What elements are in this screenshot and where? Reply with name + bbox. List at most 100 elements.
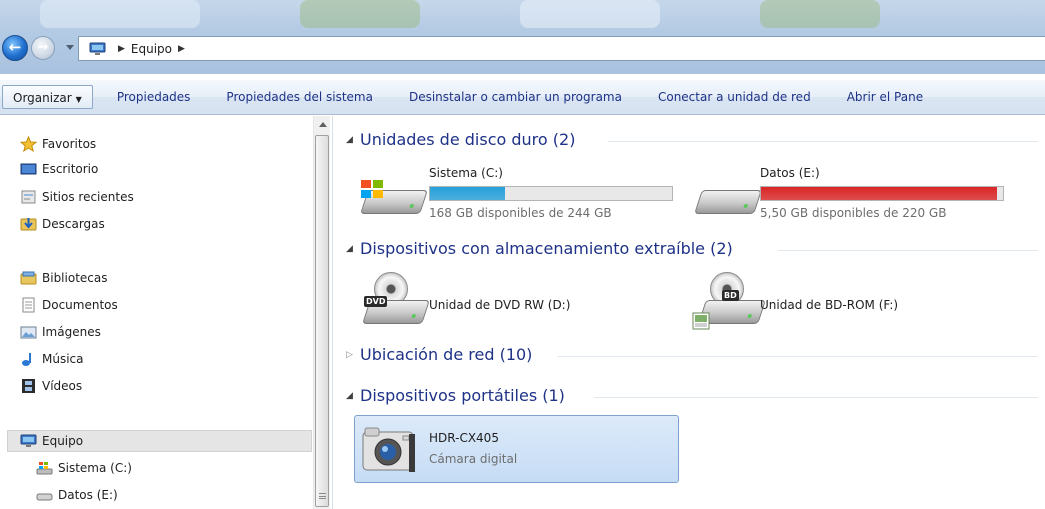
- command-bar: Organizar ▼ Propiedades Propiedades del s…: [0, 79, 1045, 115]
- arrow-left-icon: ←: [8, 38, 22, 56]
- breadcrumb-separator-icon[interactable]: ▶: [178, 44, 185, 54]
- nav-libraries[interactable]: Bibliotecas: [20, 267, 107, 289]
- drive-tile-bd[interactable]: BD Unidad de BD-ROM (F:): [688, 268, 1008, 332]
- group-divider: [558, 356, 1038, 357]
- device-type: Cámara digital: [429, 452, 518, 466]
- group-removable[interactable]: ◢ Dispositivos con almacenamiento extraí…: [346, 239, 1038, 258]
- scroll-up-arrow-icon[interactable]: [319, 122, 327, 127]
- aero-glow: [300, 0, 420, 28]
- group-divider: [608, 141, 1038, 142]
- nav-label: Sistema (C:): [58, 461, 132, 475]
- dvd-drive-icon: DVD: [360, 272, 430, 330]
- windows-drive-icon: [36, 460, 53, 476]
- collapse-triangle-icon[interactable]: ◢: [346, 135, 360, 145]
- grip-icon: [319, 493, 326, 499]
- nav-label: Escritorio: [42, 162, 99, 176]
- computer-icon: [20, 433, 37, 449]
- drive-name: Unidad de DVD RW (D:): [429, 298, 571, 312]
- aero-glow: [40, 0, 200, 28]
- music-note-icon: [20, 351, 37, 367]
- nav-label: Equipo: [42, 434, 84, 448]
- drive-icon: [36, 487, 53, 503]
- group-title: Unidades de disco duro (2): [360, 130, 576, 149]
- camera-icon: [361, 422, 417, 476]
- nav-label: Datos (E:): [58, 488, 118, 502]
- nav-scrollbar[interactable]: [313, 116, 330, 509]
- drive-usage-bar: [429, 186, 673, 201]
- drive-tile-c[interactable]: Sistema (C:) 168 GB disponibles de 244 G…: [356, 160, 676, 220]
- map-network-drive-button[interactable]: Conectar a unidad de red: [640, 85, 829, 109]
- computer-icon: [89, 42, 106, 56]
- nav-downloads[interactable]: Descargas: [20, 213, 105, 235]
- chevron-down-icon: ▼: [75, 95, 82, 104]
- expand-triangle-icon[interactable]: ▷: [346, 350, 360, 360]
- drive-icon: [692, 178, 762, 218]
- film-icon: [20, 378, 37, 394]
- forward-button[interactable]: →: [31, 36, 55, 60]
- libraries-icon: [20, 270, 37, 286]
- breadcrumb-separator-icon[interactable]: ▶: [118, 44, 125, 54]
- aero-glow: [520, 0, 660, 28]
- organize-label: Organizar: [13, 91, 72, 105]
- open-control-panel-button[interactable]: Abrir el Pane: [829, 85, 923, 109]
- windows-drive-icon: [360, 178, 428, 218]
- group-title: Ubicación de red (10): [360, 345, 533, 364]
- nav-documents[interactable]: Documentos: [20, 294, 118, 316]
- nav-label: Música: [42, 352, 84, 366]
- properties-button[interactable]: Propiedades: [93, 85, 209, 109]
- nav-label: Descargas: [42, 217, 105, 231]
- autoplay-overlay-icon: [692, 312, 710, 330]
- drive-free-space: 5,50 GB disponibles de 220 GB: [760, 206, 947, 220]
- back-button[interactable]: ←: [2, 35, 28, 61]
- collapse-triangle-icon[interactable]: ◢: [346, 244, 360, 254]
- group-title: Dispositivos con almacenamiento extraíbl…: [360, 239, 733, 258]
- device-name: HDR-CX405: [429, 431, 499, 445]
- recent-pages-dropdown[interactable]: [66, 45, 74, 50]
- nav-data-drive[interactable]: Datos (E:): [36, 484, 118, 506]
- group-hdd[interactable]: ◢ Unidades de disco duro (2): [346, 130, 1038, 149]
- window-header: ← → ▶ Equipo ▶: [0, 0, 1045, 74]
- drive-name: Unidad de BD-ROM (F:): [760, 298, 899, 312]
- address-bar[interactable]: ▶ Equipo ▶: [78, 36, 1045, 61]
- organize-button[interactable]: Organizar ▼: [2, 85, 93, 109]
- nav-label: Sitios recientes: [42, 190, 134, 204]
- nav-recent-places[interactable]: Sitios recientes: [20, 186, 134, 208]
- drive-tile-dvd[interactable]: DVD Unidad de DVD RW (D:): [356, 268, 676, 332]
- drive-tile-e[interactable]: Datos (E:) 5,50 GB disponibles de 220 GB: [688, 160, 1008, 220]
- nav-computer[interactable]: Equipo: [7, 430, 312, 452]
- aero-glow: [760, 0, 880, 28]
- uninstall-program-button[interactable]: Desinstalar o cambiar un programa: [391, 85, 640, 109]
- nav-system-drive[interactable]: Sistema (C:): [36, 457, 132, 479]
- arrow-right-icon: →: [37, 40, 49, 55]
- navigation-pane: Favoritos Escritorio Sitios recientes De…: [0, 116, 333, 509]
- nav-desktop[interactable]: Escritorio: [20, 158, 98, 180]
- nav-label: Imágenes: [42, 325, 101, 339]
- drive-free-space: 168 GB disponibles de 244 GB: [429, 206, 612, 220]
- dvd-badge: DVD: [364, 296, 388, 307]
- breadcrumb-equipo[interactable]: Equipo: [131, 42, 172, 56]
- bd-badge: BD: [722, 290, 739, 301]
- drive-usage-fill: [761, 187, 997, 200]
- group-portable[interactable]: ◢ Dispositivos portátiles (1): [346, 386, 1038, 405]
- nav-label: Vídeos: [42, 379, 83, 393]
- nav-music[interactable]: Música: [20, 348, 84, 370]
- document-icon: [20, 297, 37, 313]
- nav-label: Favoritos: [42, 137, 97, 151]
- device-tile-camera[interactable]: HDR-CX405 Cámara digital: [354, 415, 679, 483]
- drive-name: Datos (E:): [760, 166, 820, 180]
- scrollbar-thumb[interactable]: [315, 135, 329, 507]
- desktop-icon: [20, 161, 37, 177]
- drive-usage-bar: [760, 186, 1004, 201]
- downloads-folder-icon: [20, 216, 37, 232]
- recent-places-icon: [20, 189, 37, 205]
- nav-label: Bibliotecas: [42, 271, 108, 285]
- drive-name: Sistema (C:): [429, 166, 503, 180]
- nav-favorites[interactable]: Favoritos: [19, 133, 97, 155]
- nav-pictures[interactable]: Imágenes: [20, 321, 101, 343]
- drive-usage-fill: [430, 187, 506, 200]
- group-network[interactable]: ▷ Ubicación de red (10): [346, 345, 1038, 364]
- system-properties-button[interactable]: Propiedades del sistema: [208, 85, 391, 109]
- collapse-triangle-icon[interactable]: ◢: [346, 391, 360, 401]
- bd-drive-icon: BD: [692, 272, 766, 330]
- nav-videos[interactable]: Vídeos: [20, 375, 82, 397]
